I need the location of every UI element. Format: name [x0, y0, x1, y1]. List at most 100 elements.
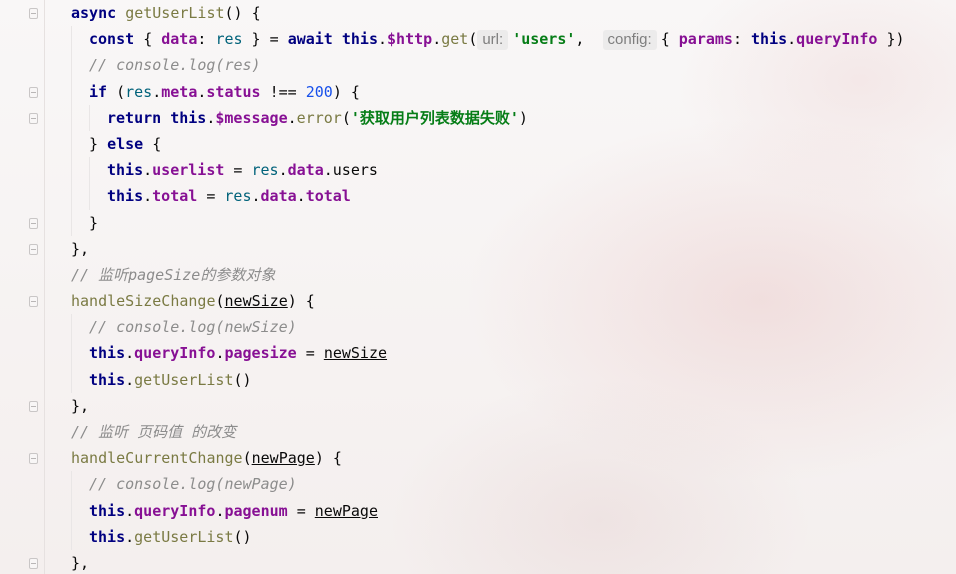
code-token: ) { — [287, 292, 315, 311]
code-token: status — [206, 82, 261, 101]
indent-guide — [71, 78, 72, 105]
code-token: this — [89, 370, 126, 389]
code-token: // console.log(res) — [89, 56, 261, 75]
code-token: await — [287, 30, 342, 49]
code-token: 200 — [305, 82, 333, 101]
code-token: handleSizeChange — [71, 292, 216, 311]
code-token: . — [296, 187, 306, 206]
code-token: . — [251, 187, 261, 206]
code-token: . — [143, 187, 153, 206]
fold-marker-icon[interactable] — [29, 217, 38, 229]
fold-marker-icon[interactable] — [29, 401, 38, 412]
indent-guide — [71, 497, 72, 524]
code-token: . — [125, 527, 135, 546]
code-token: . — [323, 161, 333, 180]
code-token: else — [107, 134, 153, 153]
code-token: // console.log(newSize) — [89, 318, 297, 337]
code-token: newPage — [314, 501, 378, 520]
indent-guide — [71, 26, 72, 53]
indent-guide — [71, 340, 72, 367]
fold-marker-icon[interactable] — [29, 453, 38, 465]
code-token: . — [125, 370, 135, 389]
code-token: this — [89, 344, 126, 363]
code-content: this.userlist = res.data.users — [107, 157, 378, 183]
code-content: return this.$message.error('获取用户列表数据失败') — [107, 105, 528, 131]
code-token: () — [233, 527, 252, 546]
indent-guide — [71, 471, 72, 498]
code-token: // 监听pageSize的参数对象 — [71, 265, 276, 284]
code-token: }, — [71, 239, 90, 258]
code-token: data — [287, 161, 324, 180]
code-content: // console.log(newSize) — [89, 314, 297, 340]
code-content: } else { — [89, 131, 161, 157]
code-token: { — [152, 134, 162, 153]
code-token: pagenum — [224, 501, 288, 520]
code-token: 'users' — [512, 30, 576, 49]
code-token: }) — [877, 30, 905, 49]
fold-marker-icon[interactable] — [29, 296, 38, 308]
indent-guide — [71, 314, 72, 341]
code-token: ) — [518, 108, 528, 127]
code-token: : — [732, 30, 752, 49]
code-token: this — [107, 161, 144, 180]
code-token: userlist — [152, 161, 225, 180]
code-token: users — [332, 161, 378, 180]
code-token: queryInfo — [796, 30, 878, 49]
code-token: total — [152, 187, 198, 206]
fold-marker-icon[interactable] — [29, 112, 38, 124]
indent-guide — [71, 366, 72, 393]
code-token: { — [143, 30, 162, 49]
code-token: . — [278, 161, 288, 180]
code-token: . — [378, 30, 388, 49]
code-token: newPage — [251, 449, 315, 468]
code-token: , — [575, 30, 603, 49]
code-token: this — [751, 30, 788, 49]
code-token: { — [660, 30, 679, 49]
code-token: . — [152, 82, 162, 101]
code-token: this — [170, 108, 207, 127]
code-token: res — [224, 187, 252, 206]
editor-gutter — [0, 0, 45, 574]
code-content: // 监听pageSize的参数对象 — [71, 262, 275, 288]
code-token: . — [287, 108, 297, 127]
indent-guide — [71, 157, 72, 184]
indent-guide — [89, 183, 90, 210]
code-token: this — [89, 501, 126, 520]
fold-marker-icon[interactable] — [29, 243, 38, 255]
code-token: pagesize — [224, 344, 297, 363]
code-token: . — [125, 344, 135, 363]
code-content: this.getUserList() — [89, 524, 252, 550]
code-content: const { data: res } = await this.$http.g… — [89, 26, 905, 52]
code-content: handleCurrentChange(newPage) { — [71, 445, 342, 471]
fold-marker-icon[interactable] — [29, 8, 38, 19]
code-token: } — [89, 213, 99, 232]
indent-guide — [71, 183, 72, 210]
code-content: if (res.meta.status !== 200) { — [89, 79, 360, 105]
code-token: queryInfo — [134, 344, 216, 363]
code-token: }, — [71, 396, 90, 415]
code-token: async — [71, 4, 126, 22]
code-token: !== — [260, 82, 306, 101]
code-content: // 监听 页码值 的改变 — [71, 419, 236, 445]
fold-marker-icon[interactable] — [29, 86, 38, 98]
code-token: getUserList — [125, 4, 225, 22]
code-token: if — [89, 82, 117, 101]
code-token: // 监听 页码值 的改变 — [71, 423, 237, 441]
code-token: meta — [161, 82, 198, 101]
code-content: } — [89, 210, 98, 236]
code-token: res — [251, 161, 279, 180]
code-token: ( — [116, 82, 126, 101]
indent-guide — [89, 104, 90, 131]
code-token: = — [224, 161, 252, 180]
code-token: ( — [468, 30, 478, 49]
indent-guide — [71, 104, 72, 131]
fold-marker-icon[interactable] — [29, 558, 38, 570]
code-token: . — [125, 501, 135, 520]
code-token: data — [260, 187, 297, 206]
code-editor[interactable]: async getUserList() {const { data: res }… — [0, 0, 956, 574]
code-token: } = — [242, 30, 288, 49]
indent-guide — [89, 157, 90, 184]
code-token: '获取用户列表数据失败' — [350, 108, 519, 127]
code-token: newSize — [323, 344, 388, 363]
code-token: data — [161, 30, 198, 49]
